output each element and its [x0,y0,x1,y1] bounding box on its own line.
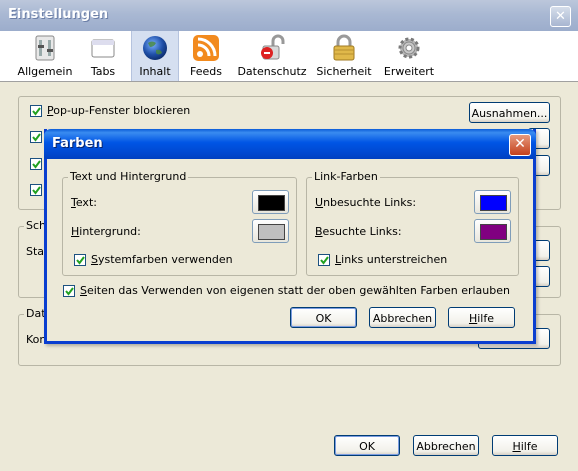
visited-links-color-button[interactable] [474,219,511,243]
underline-links-label: Links unterstreichen [335,253,448,266]
text-color-button[interactable] [252,190,289,214]
checkmark-icon [32,107,41,116]
tab-tabs[interactable]: Tabs [82,31,124,81]
preferences-toolbar: Allgemein Tabs Inhalt Feeds Datenschutz … [0,31,578,82]
link-colors-group-label: Link-Farben [312,170,380,183]
checkmark-icon [65,287,74,296]
allow-page-colors-label: Seiten das Verwenden von eigenen statt d… [80,284,510,297]
checkmark-icon [32,133,41,142]
checkmark-icon [32,160,41,169]
background-color-label: Hintergrund: [71,225,141,238]
background-color-button[interactable] [252,219,289,243]
dialog-cancel-button[interactable]: Abbrechen [369,307,436,328]
tab-label: Allgemein [17,65,73,78]
checkmark-icon [32,186,41,195]
tab-feeds[interactable]: Feeds [184,31,228,81]
content-globe-icon [143,36,167,60]
text-color-swatch [258,195,285,211]
tab-label: Erweitert [383,65,435,78]
colors-dialog-title: Farben [52,136,103,151]
privacy-lock-icon [261,34,285,60]
underline-links-checkbox[interactable] [318,254,330,266]
checkmark-icon [76,256,85,265]
dialog-ok-button[interactable]: OK [290,307,357,328]
cancel-button[interactable]: Abbrechen [413,435,479,456]
content-checkbox-3[interactable] [30,158,42,170]
security-padlock-icon [333,34,355,61]
background-color-swatch [258,224,285,240]
ok-button[interactable]: OK [334,435,400,456]
visited-links-swatch [480,224,507,240]
dialog-help-button[interactable]: Hilfe [448,307,515,328]
tab-label: Sicherheit [316,65,372,78]
system-colors-label: Systemfarben verwenden [91,253,233,266]
unvisited-links-swatch [480,195,507,211]
visited-links-label: Besuchte Links: [315,225,402,238]
rss-feed-icon [193,35,219,61]
tab-label: Feeds [190,65,222,78]
tab-allgemein[interactable]: Allgemein [14,31,76,81]
popup-block-label: Pop-up-Fenster blockieren [47,104,191,117]
tabs-icon [91,39,115,58]
unvisited-links-label: Unbesuchte Links: [315,196,417,209]
help-button[interactable]: Hilfe [492,435,558,456]
tab-sicherheit[interactable]: Sicherheit [316,31,372,81]
general-settings-icon [35,35,55,61]
system-colors-checkbox[interactable] [74,254,86,266]
popup-block-checkbox[interactable] [30,105,42,117]
checkmark-icon [320,256,329,265]
text-color-label: Text: [71,196,97,209]
unvisited-links-color-button[interactable] [474,190,511,214]
tab-label: Datenschutz [237,65,307,78]
window-close-button[interactable]: ✕ [550,6,571,27]
text-background-group-label: Text und Hintergrund [68,170,189,183]
colors-dialog-titlebar[interactable]: Farben ✕ [44,129,536,159]
window-titlebar[interactable]: Einstellungen ✕ [0,0,578,31]
advanced-gear-icon [398,37,420,59]
dialog-close-button[interactable]: ✕ [509,134,531,156]
content-checkbox-4[interactable] [30,184,42,196]
tab-erweitert[interactable]: Erweitert [382,31,436,81]
window-title: Einstellungen [8,7,109,22]
tab-inhalt[interactable]: Inhalt [131,31,179,81]
tab-datenschutz[interactable]: Datenschutz [237,31,307,81]
exceptions-button[interactable]: Ausnahmen... [469,102,550,123]
content-checkbox-2[interactable] [30,131,42,143]
tab-label: Tabs [90,65,116,78]
tab-label: Inhalt [139,65,171,78]
allow-page-colors-checkbox[interactable] [63,285,75,297]
